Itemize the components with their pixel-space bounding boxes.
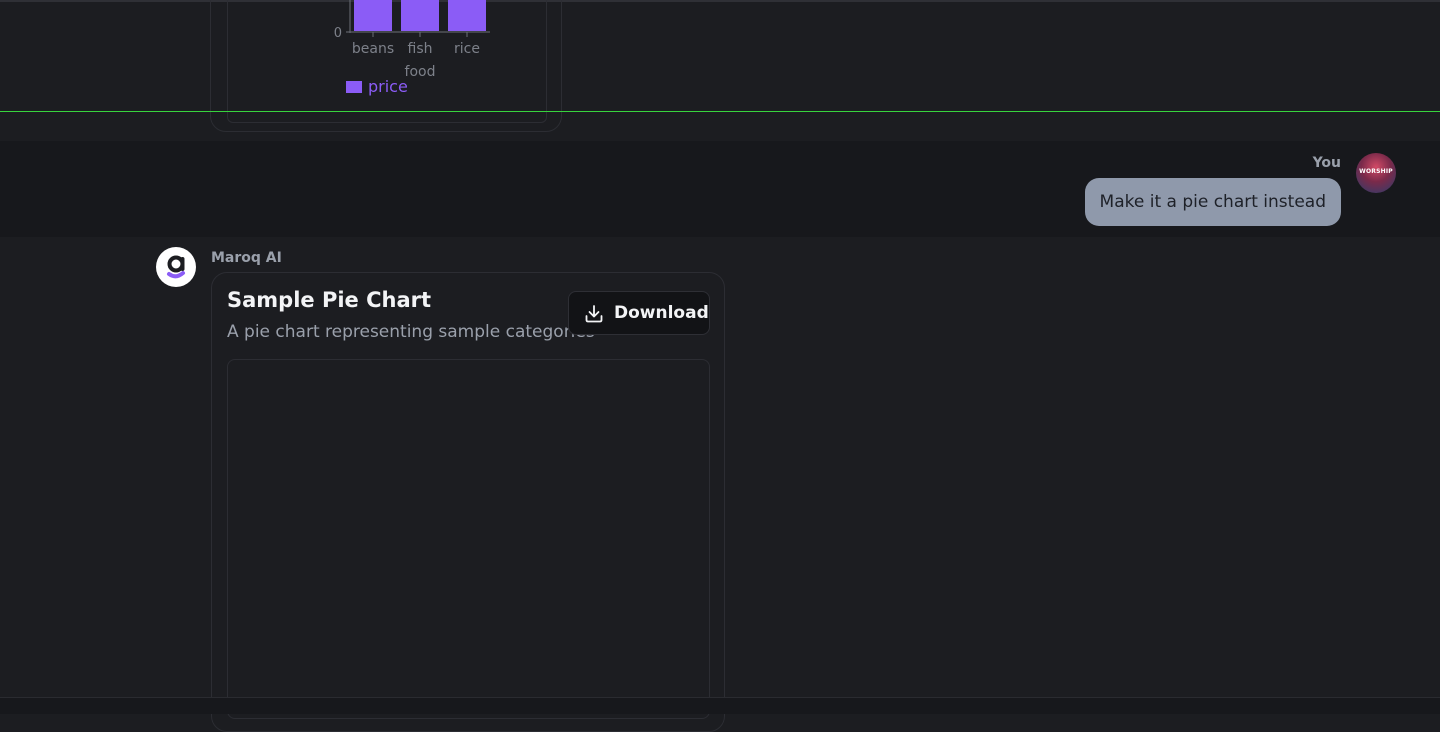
user-message-row: You Make it a pie chart instead WORSHIP — [0, 141, 1440, 237]
previous-chart-area: 0 beans fish rice food price — [227, 0, 547, 123]
user-name-label: You — [1312, 155, 1341, 171]
user-avatar[interactable]: WORSHIP — [1356, 153, 1396, 193]
x-tick-label-rice: rice — [454, 41, 480, 57]
bar-fish — [401, 0, 439, 31]
legend-swatch — [346, 81, 362, 93]
pie-chart-card: Sample Pie Chart A pie chart representin… — [211, 272, 725, 732]
bottom-bar — [0, 697, 1440, 714]
user-message-bubble: Make it a pie chart instead — [1084, 178, 1341, 226]
ai-name-label: Maroq AI — [211, 250, 282, 266]
y-tick-label: 0 — [334, 26, 342, 41]
download-button[interactable]: Download — [568, 291, 710, 335]
card-title: Sample Pie Chart — [227, 288, 432, 312]
user-avatar-text: WORSHIP — [1359, 168, 1393, 175]
card-subtitle: A pie chart representing sample categori… — [227, 322, 595, 342]
bar-chart-svg: 0 beans fish rice foodprice — [334, 0, 490, 96]
x-tick-label-beans: beans — [352, 41, 394, 57]
x-axis-label: food — [405, 64, 436, 80]
previous-chart-card: 0 beans fish rice food price — [210, 0, 562, 132]
pie-chart-area — [227, 359, 710, 719]
maroq-logo-avatar — [156, 247, 196, 287]
download-label: Download — [614, 303, 709, 323]
scroll-indicator-line — [0, 111, 1440, 112]
download-icon — [585, 305, 603, 323]
x-tick-label-fish: fish — [408, 41, 433, 57]
bar-rice — [448, 0, 486, 31]
legend-label: price — [368, 77, 408, 96]
maroq-logo-icon — [167, 255, 185, 279]
bar-beans — [354, 0, 392, 31]
